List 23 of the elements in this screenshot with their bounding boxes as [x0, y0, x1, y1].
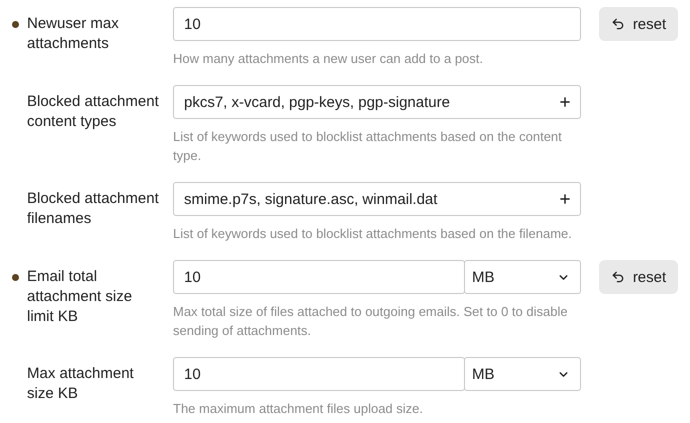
- plus-icon[interactable]: [558, 192, 572, 206]
- undo-icon: [610, 270, 625, 284]
- list-field[interactable]: smime.p7s, signature.asc, winmail.dat: [173, 182, 581, 216]
- plus-icon[interactable]: [558, 95, 572, 109]
- setting-description: The maximum attachment files upload size.: [173, 400, 424, 418]
- list-field[interactable]: pkcs7, x-vcard, pgp-keys, pgp-signature: [173, 85, 581, 119]
- setting-description: How many attachments a new user can add to a post.: [173, 50, 484, 68]
- reset-button[interactable]: reset: [599, 260, 678, 294]
- number-field[interactable]: 10: [173, 260, 465, 294]
- setting-label: Newuser max attachments: [27, 14, 120, 54]
- setting-description: List of keywords used to blocklist attachments based on the filename.: [173, 225, 573, 243]
- setting-label: Email total attachment size limit KB: [27, 267, 134, 327]
- setting-description: List of keywords used to blocklist attachments based on the content type.: [173, 128, 563, 165]
- unit-dropdown[interactable]: MB: [464, 357, 581, 391]
- number-field[interactable]: 10: [173, 7, 581, 41]
- setting-description: Max total size of files attached to outgoing emails. Set to 0 to disable sending of attachments.: [173, 303, 569, 340]
- unit-dropdown[interactable]: MB: [464, 260, 581, 294]
- reset-button[interactable]: reset: [599, 7, 678, 41]
- setting-label: Blocked attachment filenames: [27, 189, 160, 229]
- setting-label: Blocked attachment content types: [27, 92, 160, 132]
- undo-icon: [610, 17, 625, 31]
- number-field[interactable]: 10: [173, 357, 465, 391]
- setting-label: Max attachment size KB: [27, 364, 135, 404]
